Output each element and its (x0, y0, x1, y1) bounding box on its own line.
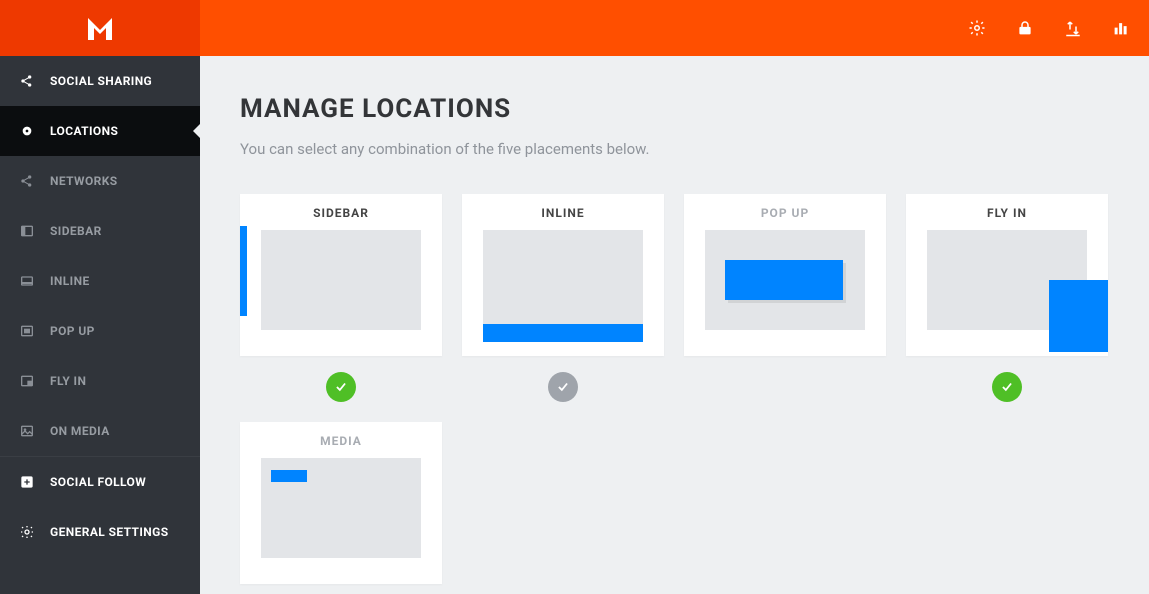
sidebar-label: GENERAL SETTINGS (50, 525, 169, 539)
card-title: POP UP (761, 194, 809, 230)
placement-media-wrap: MEDIA (240, 422, 442, 584)
sidebar-label: NETWORKS (50, 174, 118, 188)
sidebar-label: SIDEBAR (50, 224, 102, 238)
status-badge-on[interactable] (326, 372, 356, 402)
sidebar-label: LOCATIONS (50, 124, 118, 138)
placement-sidebar-wrap: SIDEBAR (240, 194, 442, 402)
stats-icon[interactable] (1097, 0, 1145, 56)
sidebar-item-networks[interactable]: NETWORKS (0, 156, 200, 206)
placement-media[interactable]: MEDIA (240, 422, 442, 584)
preview-media (261, 458, 421, 558)
pin-icon (18, 122, 36, 140)
topbar-actions (953, 0, 1149, 56)
flyin-icon (18, 372, 36, 390)
page-title: MANAGE LOCATIONS (240, 94, 1109, 124)
placement-flyin-wrap: FLY IN (906, 194, 1108, 402)
sidebar-item-popup[interactable]: POP UP (0, 306, 200, 356)
sidebar-item-flyin[interactable]: FLY IN (0, 356, 200, 406)
import-export-icon[interactable] (1049, 0, 1097, 56)
placement-cards-grid: SIDEBAR INLINE POP UP (240, 194, 1109, 584)
lock-icon[interactable] (1001, 0, 1049, 56)
sidebar-icon (18, 222, 36, 240)
sidebar-label: FLY IN (50, 374, 86, 388)
card-title: FLY IN (987, 194, 1027, 230)
preview-sidebar (261, 230, 421, 330)
topbar-spacer (200, 0, 953, 56)
sidebar-label: ON MEDIA (50, 424, 110, 438)
placement-popup-wrap: POP UP (684, 194, 886, 402)
sidebar-item-on-media[interactable]: ON MEDIA (0, 406, 200, 456)
sidebar-label: SOCIAL SHARING (50, 74, 152, 88)
sidebar-item-social-sharing[interactable]: SOCIAL SHARING (0, 56, 200, 106)
gear-icon (18, 523, 36, 541)
placement-inline[interactable]: INLINE (462, 194, 664, 356)
share-icon (18, 72, 36, 90)
card-title: SIDEBAR (313, 194, 369, 230)
sidebar-item-locations[interactable]: LOCATIONS (0, 106, 200, 156)
sidebar-item-general-settings[interactable]: GENERAL SETTINGS (0, 507, 200, 557)
main-content: MANAGE LOCATIONS You can select any comb… (200, 56, 1149, 594)
status-badge-on[interactable] (992, 372, 1022, 402)
share-icon (18, 172, 36, 190)
sidebar-label: POP UP (50, 324, 95, 338)
preview-inline (483, 230, 643, 330)
preview-flyin (927, 230, 1087, 330)
status-badge-off[interactable] (548, 372, 578, 402)
card-title: INLINE (541, 194, 584, 230)
top-bar (0, 0, 1149, 56)
settings-icon[interactable] (953, 0, 1001, 56)
sidebar-item-social-follow[interactable]: SOCIAL FOLLOW (0, 456, 200, 507)
placement-inline-wrap: INLINE (462, 194, 664, 402)
sidebar-label: INLINE (50, 274, 90, 288)
sidebar-item-sidebar[interactable]: SIDEBAR (0, 206, 200, 256)
preview-popup (705, 230, 865, 330)
sidebar: SOCIAL SHARING LOCATIONS NETWORKS SIDEBA… (0, 56, 200, 594)
sidebar-label: SOCIAL FOLLOW (50, 475, 146, 489)
placement-sidebar[interactable]: SIDEBAR (240, 194, 442, 356)
card-title: MEDIA (320, 422, 362, 458)
placement-flyin[interactable]: FLY IN (906, 194, 1108, 356)
plus-icon (18, 473, 36, 491)
inline-icon (18, 272, 36, 290)
popup-icon (18, 322, 36, 340)
placement-popup[interactable]: POP UP (684, 194, 886, 356)
image-icon (18, 422, 36, 440)
sidebar-item-inline[interactable]: INLINE (0, 256, 200, 306)
app-logo[interactable] (0, 0, 200, 56)
page-subtitle: You can select any combination of the fi… (240, 140, 1109, 158)
